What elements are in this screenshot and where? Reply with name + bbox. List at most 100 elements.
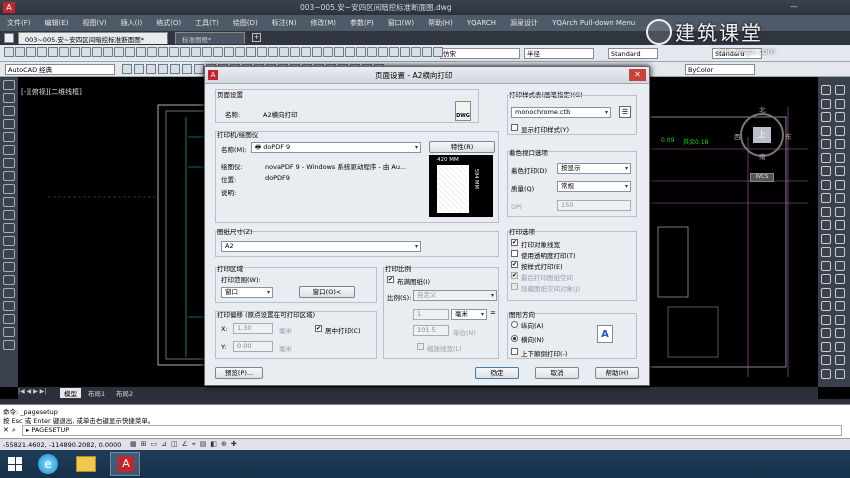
draw-tool-icon[interactable] (3, 80, 15, 90)
modify-tool-icon[interactable] (835, 206, 845, 217)
modify-tool-icon[interactable] (835, 220, 845, 230)
toolbar-tool-icon[interactable] (103, 47, 113, 57)
modify-tool-icon[interactable] (821, 85, 831, 95)
modify-tool-icon[interactable] (821, 112, 831, 122)
layout-nav-icons[interactable]: |◀ ◀ ▶ ▶| (18, 388, 46, 395)
plot-option-checkbox[interactable] (511, 250, 518, 257)
help-button[interactable]: 帮助(H) (595, 367, 639, 379)
modify-tool-icon[interactable] (835, 247, 845, 257)
toolbar-tool-icon[interactable] (433, 47, 443, 57)
scale-unit-dropdown[interactable]: 毫米 (451, 309, 487, 320)
dialog-close-button[interactable]: ✕ (629, 69, 646, 81)
toolbar-tool-icon[interactable] (312, 47, 322, 57)
modify-tool-icon[interactable] (835, 166, 845, 176)
tab-layout1[interactable]: 布局1 (84, 388, 109, 398)
printer-properties-button[interactable]: 特性(R) (429, 141, 495, 153)
modify-tool-icon[interactable] (821, 139, 831, 149)
toolbar-tool-icon[interactable] (81, 47, 91, 57)
property-tool-icon[interactable] (194, 64, 204, 74)
modify-tool-icon[interactable] (835, 368, 845, 379)
toolbar-tool-icon[interactable] (169, 47, 179, 57)
menu-item[interactable]: 插入(I) (114, 18, 150, 28)
toolbar-tool-icon[interactable] (158, 47, 168, 57)
modify-tool-icon[interactable] (835, 301, 845, 311)
fit-to-paper-checkbox[interactable] (387, 276, 394, 283)
offset-x-input[interactable]: 1.30 (233, 323, 273, 334)
minimize-button[interactable]: — (790, 2, 798, 11)
modify-tool-icon[interactable] (821, 260, 831, 271)
modify-tool-icon[interactable] (835, 193, 845, 203)
tab-document-frame[interactable]: 标准图框* (175, 32, 245, 44)
show-plot-styles-checkbox[interactable] (511, 124, 518, 131)
command-search-icon[interactable]: ⌕ (12, 426, 16, 435)
menu-item[interactable]: 修改(M) (303, 18, 343, 28)
menu-item[interactable]: 标注(N) (265, 18, 304, 28)
draw-tool-icon[interactable] (3, 210, 15, 220)
app-logo-icon[interactable]: A (3, 2, 15, 13)
modify-tool-icon[interactable] (821, 193, 831, 203)
modify-tool-icon[interactable] (835, 233, 845, 244)
modify-tool-icon[interactable] (821, 341, 831, 352)
draw-tool-icon[interactable] (3, 262, 15, 272)
toolbar-tool-icon[interactable] (202, 47, 212, 57)
toolbar-tool-icon[interactable] (389, 47, 399, 57)
property-tool-icon[interactable] (170, 64, 180, 74)
viewcube-east[interactable]: 东 (785, 131, 792, 141)
menu-item[interactable]: 绘图(D) (226, 18, 265, 28)
modify-tool-icon[interactable] (835, 139, 845, 149)
cancel-button[interactable]: 取消 (535, 367, 579, 379)
workspace-dropdown[interactable]: AutoCAD 经典 (5, 64, 115, 75)
modify-tool-icon[interactable] (821, 247, 831, 257)
menu-item[interactable]: 工具(T) (188, 18, 226, 28)
toolbar-tool-icon[interactable] (422, 47, 432, 57)
color-dropdown[interactable]: ByColor (685, 64, 755, 75)
plot-style-edit-icon[interactable]: ☰ (619, 106, 631, 118)
toolbar-tool-icon[interactable] (114, 47, 124, 57)
windows-start-icon[interactable] (8, 457, 22, 471)
shade-plot-dropdown[interactable]: 按显示 (557, 163, 631, 174)
modify-tool-icon[interactable] (835, 179, 845, 190)
modify-tool-icon[interactable] (821, 301, 831, 311)
draw-tool-icon[interactable] (3, 158, 15, 168)
toolbar-tool-icon[interactable] (246, 47, 256, 57)
toolbar-tool-icon[interactable] (15, 47, 25, 57)
viewcube-west[interactable]: 西 (734, 131, 741, 141)
viewcube[interactable]: 上 北 南 西 东 WCS (734, 105, 792, 182)
modify-tool-icon[interactable] (821, 206, 831, 217)
quality-dropdown[interactable]: 常规 (557, 181, 631, 192)
printer-name-dropdown[interactable]: 🖶 doPDF 9 (251, 142, 421, 153)
toolbar-tool-icon[interactable] (301, 47, 311, 57)
toolbar-tool-icon[interactable] (323, 47, 333, 57)
draw-tool-icon[interactable] (3, 314, 15, 324)
menu-item[interactable]: 源泉设计 (503, 18, 545, 28)
modify-tool-icon[interactable] (821, 328, 831, 338)
tab-close-icon[interactable]: × (166, 33, 172, 41)
draw-tool-icon[interactable] (3, 288, 15, 298)
lineweight-dropdown[interactable]: 半径 (524, 48, 594, 59)
draw-tool-icon[interactable] (3, 301, 15, 311)
toolbar-tool-icon[interactable] (356, 47, 366, 57)
plot-option-checkbox[interactable] (511, 272, 518, 279)
menu-item[interactable]: 格式(O) (149, 18, 188, 28)
toolbar-tool-icon[interactable] (235, 47, 245, 57)
plot-option-checkbox[interactable] (511, 239, 518, 246)
property-tool-icon[interactable] (158, 64, 168, 74)
menu-item[interactable]: YQArch Pull-down Menu (545, 19, 642, 27)
modify-tool-icon[interactable] (835, 98, 845, 109)
draw-tool-icon[interactable] (3, 132, 15, 142)
toolbar-tool-icon[interactable] (92, 47, 102, 57)
modify-tool-icon[interactable] (821, 179, 831, 190)
toolbar-tool-icon[interactable] (59, 47, 69, 57)
viewcube-south[interactable]: 南 (759, 151, 766, 161)
preview-button[interactable]: 预览(P)... (215, 367, 263, 379)
draw-tool-icon[interactable] (3, 275, 15, 285)
center-plot-checkbox[interactable] (315, 325, 322, 332)
file-explorer-icon[interactable] (76, 456, 96, 472)
menu-item[interactable]: 文件(F) (0, 18, 38, 28)
menu-item[interactable]: YQARCH (460, 19, 503, 27)
plot-option-checkbox[interactable] (511, 283, 518, 290)
paper-size-dropdown[interactable]: A2 (221, 241, 421, 252)
toolbar-tool-icon[interactable] (136, 47, 146, 57)
modify-tool-icon[interactable] (821, 355, 831, 365)
landscape-radio[interactable] (511, 335, 518, 342)
